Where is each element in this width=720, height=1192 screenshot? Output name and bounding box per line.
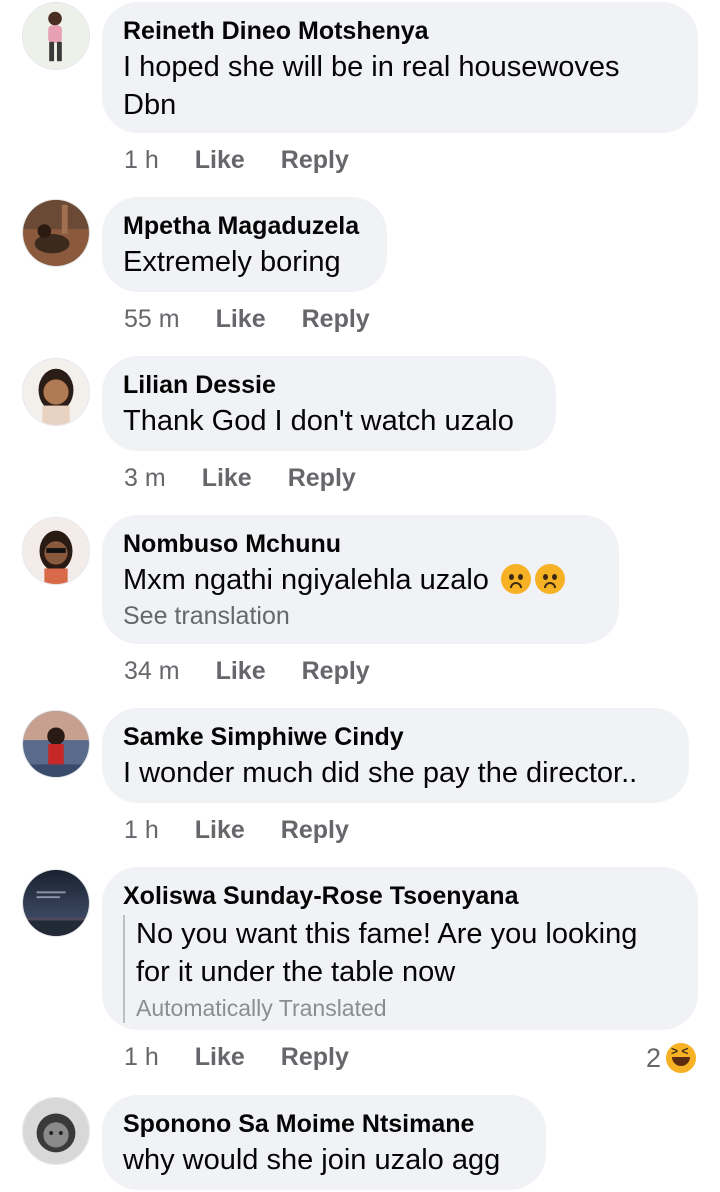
comment-text: I wonder much did she pay the director.. — [123, 757, 638, 789]
comment-time[interactable]: 55 m — [124, 304, 180, 334]
comment-actions: 55 m Like Reply — [124, 304, 406, 334]
avatar[interactable] — [22, 2, 90, 70]
comment-author[interactable]: Nombuso Mchunu — [123, 529, 598, 559]
like-button[interactable]: Like — [195, 1042, 245, 1072]
like-button[interactable]: Like — [202, 463, 252, 493]
frowning-face-icon — [501, 564, 531, 594]
reply-button[interactable]: Reply — [302, 656, 370, 686]
comment-author[interactable]: Reineth Dineo Motshenya — [123, 16, 677, 46]
comment-author[interactable]: Lilian Dessie — [123, 370, 535, 400]
laughing-icon — [664, 1041, 698, 1075]
comment-bubble: Nombuso Mchunu Mxm ngathi ngiyalehla uza… — [102, 515, 619, 644]
comment-actions: 1 h Like Reply — [124, 145, 385, 175]
frowning-face-icon — [535, 564, 565, 594]
comment-time[interactable]: 1 h — [124, 145, 159, 175]
see-translation-link[interactable]: See translation — [123, 601, 598, 631]
comment-text: Mxm ngathi ngiyalehla uzalo — [123, 561, 598, 599]
comment-bubble: Reineth Dineo Motshenya I hoped she will… — [102, 2, 698, 133]
comment-actions: 3 m Like Reply — [124, 463, 392, 493]
reaction-summary[interactable]: 2 — [646, 1041, 698, 1075]
comment-author[interactable]: Samke Simphiwe Cindy — [123, 722, 668, 752]
like-button[interactable]: Like — [195, 815, 245, 845]
comment-text-body: Mxm ngathi ngiyalehla uzalo — [123, 564, 489, 596]
comment-bubble: Xoliswa Sunday-Rose Tsoenyana No you wan… — [102, 867, 698, 1030]
comment-text: Extremely boring — [123, 246, 341, 278]
reply-button[interactable]: Reply — [281, 815, 349, 845]
reply-button[interactable]: Reply — [288, 463, 356, 493]
comment-text: No you want this fame! Are you looking f… — [136, 918, 638, 988]
translation-label: Automatically Translated — [136, 995, 387, 1021]
comment-text: I hoped she will be in real housewoves D… — [123, 51, 620, 121]
comment-bubble: Lilian Dessie Thank God I don't watch uz… — [102, 356, 556, 451]
comment-bubble: Mpetha Magaduzela Extremely boring — [102, 197, 387, 292]
avatar[interactable] — [22, 517, 90, 585]
avatar[interactable] — [22, 710, 90, 778]
reaction-count: 2 — [645, 1042, 661, 1073]
reply-button[interactable]: Reply — [302, 304, 370, 334]
reply-button[interactable]: Reply — [281, 1042, 349, 1072]
comment-author[interactable]: Xoliswa Sunday-Rose Tsoenyana — [123, 881, 677, 911]
reply-button[interactable]: Reply — [281, 145, 349, 175]
comment-time[interactable]: 3 m — [124, 463, 166, 493]
comment-bubble: Sponono Sa Moime Ntsimane why would she … — [102, 1095, 546, 1190]
comment-actions: 34 m Like Reply — [124, 656, 406, 686]
comment-time[interactable]: 1 h — [124, 1042, 159, 1072]
comment-author[interactable]: Mpetha Magaduzela — [123, 211, 366, 241]
avatar[interactable] — [22, 199, 90, 267]
comment-time[interactable]: 34 m — [124, 656, 180, 686]
avatar[interactable] — [22, 1097, 90, 1165]
comment-author[interactable]: Sponono Sa Moime Ntsimane — [123, 1109, 525, 1139]
comment-actions: 1 h Like Reply — [124, 815, 385, 845]
like-button[interactable]: Like — [216, 656, 266, 686]
comment-time[interactable]: 1 h — [124, 815, 159, 845]
like-button[interactable]: Like — [216, 304, 266, 334]
avatar[interactable] — [22, 358, 90, 426]
translated-block: No you want this fame! Are you looking f… — [123, 915, 677, 1023]
comment-text: why would she join uzalo agg — [123, 1144, 501, 1176]
comment-text: Thank God I don't watch uzalo — [123, 405, 514, 437]
like-button[interactable]: Like — [195, 145, 245, 175]
comment-bubble: Samke Simphiwe Cindy I wonder much did s… — [102, 708, 689, 803]
comment-actions: 1 h Like Reply — [124, 1042, 385, 1072]
avatar[interactable] — [22, 869, 90, 937]
